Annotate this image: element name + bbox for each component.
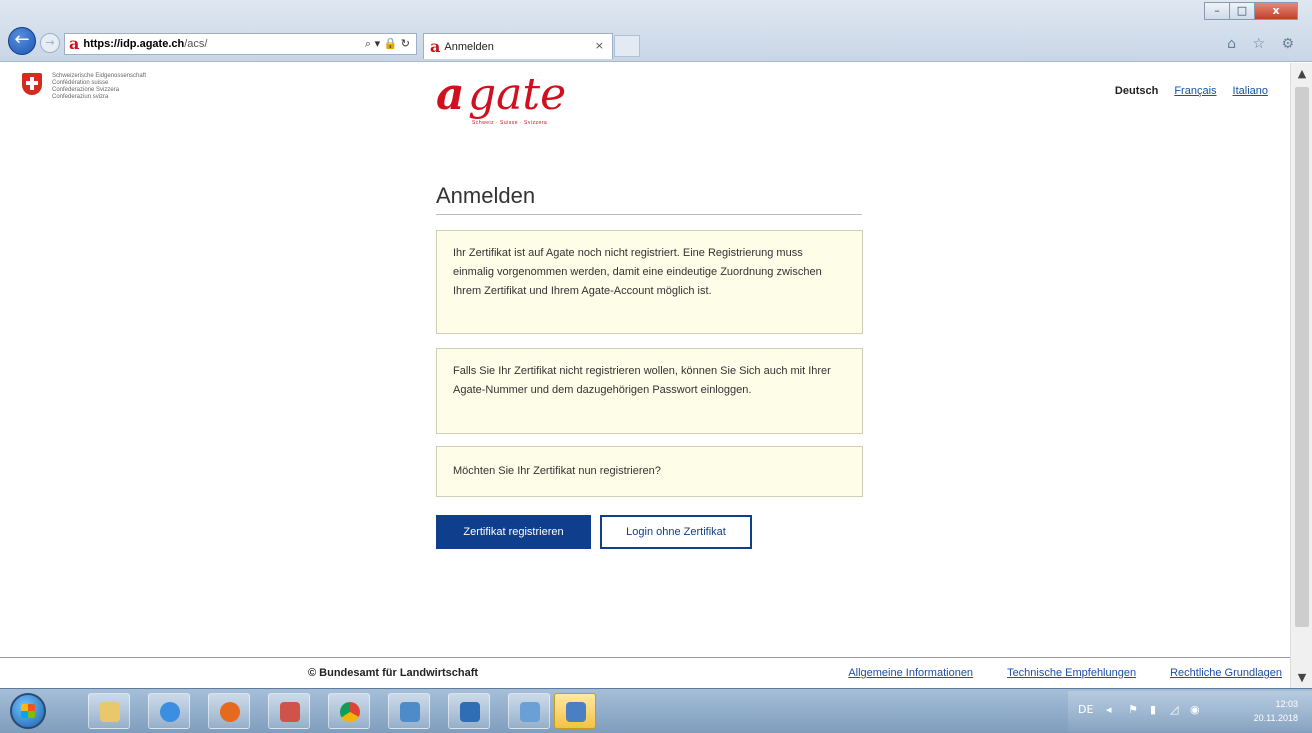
system-tray: DE ◂ ⚑ ▮ ◿ ◉ 12:03 20.11.2018	[1068, 691, 1312, 732]
taskbar-explorer[interactable]	[88, 693, 130, 729]
footer-link-legal[interactable]: Rechtliche Grundlagen	[1170, 667, 1282, 679]
lang-deutsch: Deutsch	[1114, 85, 1159, 97]
address-tools-icons[interactable]: ⌕ ▾ 🔒 ↻	[365, 34, 410, 54]
logo-tagline: Schweiz · Suisse · Svizzera	[472, 120, 548, 126]
close-window-button[interactable]: x	[1254, 2, 1298, 20]
footer-links: Allgemeine Informationen Technische Empf…	[848, 667, 1282, 679]
network-icon	[520, 702, 540, 722]
minimize-button[interactable]: –	[1204, 2, 1230, 20]
lang-francais-link[interactable]: Français	[1174, 85, 1216, 97]
info-box-not-registered: Ihr Zertifikat ist auf Agate noch nicht …	[436, 230, 863, 334]
taskbar-internet-explorer[interactable]	[148, 693, 190, 729]
taskbar-security-center[interactable]	[554, 693, 596, 729]
site-favicon-icon: a	[69, 34, 80, 53]
maximize-button[interactable]: □	[1229, 2, 1255, 20]
new-tab-button[interactable]	[614, 35, 640, 57]
footer-copyright: © Bundesamt für Landwirtschaft	[308, 667, 479, 679]
forward-icon[interactable]: →	[40, 33, 60, 53]
language-switcher: Deutsch Français Italiano	[1115, 85, 1268, 97]
taskbar-chrome[interactable]	[328, 693, 370, 729]
federal-name-it: Confederazione Svizzera	[52, 87, 120, 93]
monitor-icon	[400, 702, 420, 722]
address-bar[interactable]: a https://idp.agate.ch /acs/ ⌕ ▾ 🔒 ↻	[64, 33, 417, 55]
taskbar-remote-desktop[interactable]	[388, 693, 430, 729]
taskbar-firefox[interactable]	[208, 693, 250, 729]
toolbar-icons[interactable]: ⌂ ☆ ⚙	[1227, 36, 1300, 52]
footer-link-technical[interactable]: Technische Empfehlungen	[1007, 667, 1136, 679]
title-divider	[436, 214, 862, 215]
federal-name-fr: Confédération suisse	[52, 80, 109, 86]
clock-time: 12:03	[1275, 699, 1298, 709]
page-title: Anmelden	[436, 183, 536, 208]
tab-title: Anmelden	[444, 40, 494, 53]
tab-anmelden[interactable]: a Anmelden ×	[423, 33, 613, 59]
register-certificate-button[interactable]: Zertifikat registrieren	[436, 515, 591, 549]
lang-italiano-link[interactable]: Italiano	[1233, 85, 1268, 97]
folder-icon	[100, 702, 120, 722]
scroll-thumb[interactable]	[1295, 87, 1309, 627]
federal-name-de: Schweizerische Eidgenossenschaft	[52, 73, 147, 79]
federal-identity: Schweizerische Eidgenossenschaft Confédé…	[22, 73, 146, 101]
scroll-up-icon[interactable]: ▲	[1291, 67, 1312, 80]
browser-chrome: – □ x ← → a https://idp.agate.ch /acs/ ⌕…	[0, 0, 1312, 62]
taskbar-network-tool[interactable]	[508, 693, 550, 729]
taskbar-snipping-tool[interactable]	[268, 693, 310, 729]
windows-taskbar: DE ◂ ⚑ ▮ ◿ ◉ 12:03 20.11.2018	[0, 688, 1312, 733]
info-box-question: Möchten Sie Ihr Zertifikat nun registrie…	[436, 446, 863, 497]
tab-favicon-icon: a	[430, 36, 441, 56]
page-content: Schweizerische Eidgenossenschaft Confédé…	[0, 63, 1290, 657]
scroll-down-icon[interactable]: ▼	[1291, 671, 1312, 684]
tray-network-icon[interactable]: ◿	[1170, 703, 1178, 716]
tray-flag-icon[interactable]: ⚑	[1128, 703, 1138, 716]
url-host: https://idp.agate.ch	[83, 38, 185, 50]
firefox-icon	[220, 702, 240, 722]
shield-icon	[566, 702, 586, 722]
tray-battery-icon[interactable]: ▮	[1150, 703, 1156, 716]
info-box-alternative-login: Falls Sie Ihr Zertifikat nicht registrie…	[436, 348, 863, 434]
chrome-icon	[340, 702, 360, 722]
federal-names: Schweizerische Eidgenossenschaft Confédé…	[52, 73, 146, 101]
federal-name-rm: Confederaziun svizra	[52, 94, 109, 100]
clock-date: 20.11.2018	[1253, 713, 1298, 723]
logo-first-letter: a	[436, 69, 465, 120]
tray-volume-icon[interactable]: ◉	[1190, 703, 1200, 716]
back-icon[interactable]: ←	[8, 27, 36, 55]
scissors-icon	[280, 702, 300, 722]
tray-language[interactable]: DE	[1078, 703, 1093, 716]
tray-arrow-icon[interactable]: ◂	[1106, 703, 1112, 716]
start-button[interactable]	[10, 693, 46, 729]
footer-link-general-info[interactable]: Allgemeine Informationen	[848, 667, 973, 679]
url-path: /acs/	[184, 38, 208, 50]
tray-clock[interactable]: 12:03 20.11.2018	[1254, 697, 1298, 725]
page-footer: © Bundesamt für Landwirtschaft Allgemein…	[0, 657, 1290, 688]
agate-logo[interactable]: a gate Schweiz · Suisse · Svizzera	[436, 70, 596, 128]
window-controls: – □ x	[1204, 2, 1298, 22]
logo-rest: gate	[468, 69, 567, 120]
swiss-shield-icon	[22, 73, 42, 95]
internet-explorer-icon	[160, 702, 180, 722]
page-scrollbar[interactable]: ▲ ▼	[1290, 63, 1312, 688]
login-without-certificate-button[interactable]: Login ohne Zertifikat	[600, 515, 752, 549]
taskbar-outlook[interactable]	[448, 693, 490, 729]
outlook-icon	[460, 702, 480, 722]
tab-close-icon[interactable]: ×	[595, 34, 604, 58]
